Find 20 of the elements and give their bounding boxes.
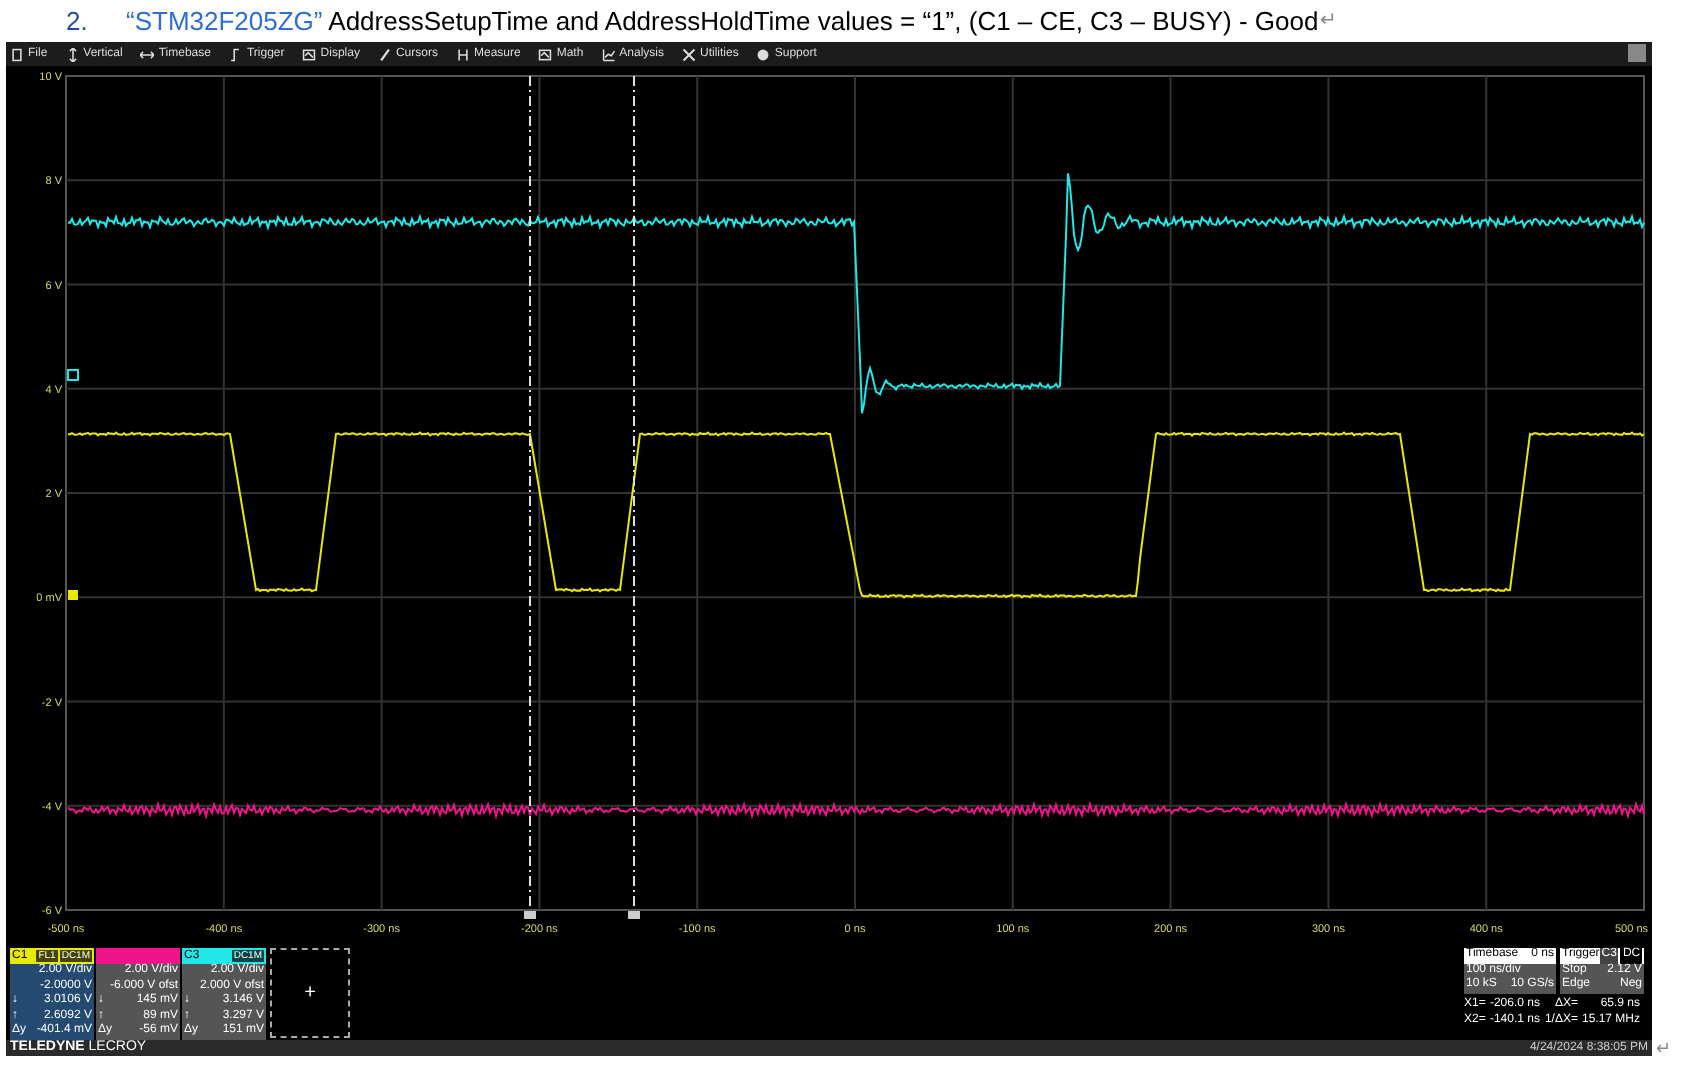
ruler-icon [455, 47, 470, 61]
list-number: 2. [66, 3, 90, 40]
channel-marker-icon [68, 590, 78, 600]
cursor-marker-icon [628, 911, 640, 919]
heading-text: “STM32F205ZG” AddressSetupTime and AddressHoldTime values = “1”, (C1 – CE, C3 – BUSY) - Good [126, 3, 1319, 40]
picture-frame-icon [538, 47, 553, 61]
info-icon [756, 47, 771, 61]
graph-icon [601, 47, 616, 61]
channel-marker-icon [67, 369, 79, 381]
horizontal-arrows-icon [140, 47, 155, 61]
add-channel-button[interactable]: + [270, 948, 350, 1038]
cursor-marker-icon [524, 911, 536, 919]
paragraph-mark: ↵ [1320, 8, 1337, 36]
step-icon [228, 47, 243, 61]
picture-frame-icon [302, 47, 317, 61]
paragraph-mark: ↵ [1656, 1036, 1672, 1062]
file-icon [10, 47, 24, 61]
vertical-arrows-icon [65, 47, 80, 61]
line-icon [377, 47, 392, 61]
tools-icon [682, 47, 697, 61]
